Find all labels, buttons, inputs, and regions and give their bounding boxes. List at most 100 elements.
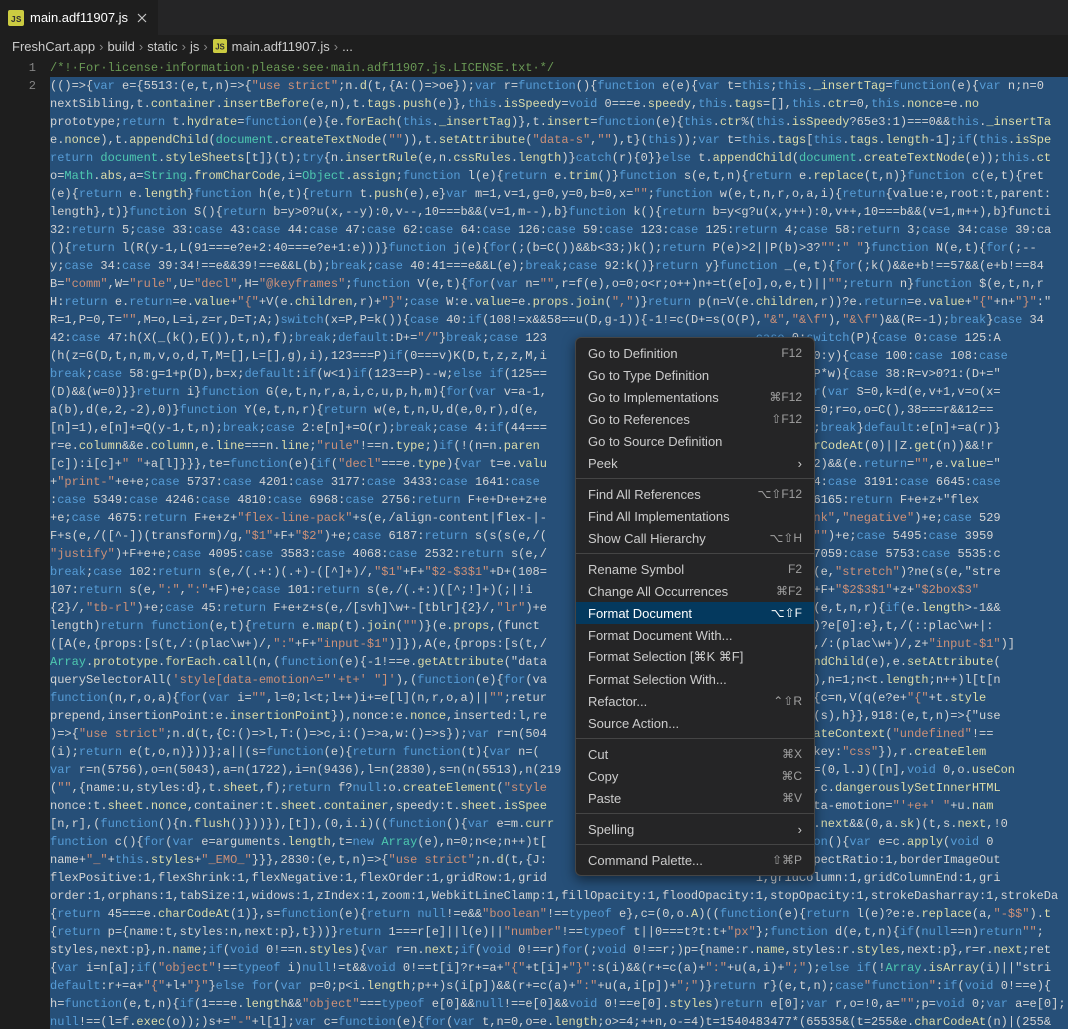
breadcrumb-item[interactable]: FreshCart.app [12,39,95,54]
menu-item[interactable]: Go to Source Definition [576,430,814,452]
line-gutter: 1 2 [0,57,50,1029]
code-line: var r=n(5756),o=n(5043),a=n(1722),i=n(94… [50,761,1068,779]
menu-item-label: Paste [588,791,621,806]
code-line: e.nonce),t.appendChild(document.createTe… [50,131,1068,149]
menu-item[interactable]: Show Call Hierarchy ⌥⇧H [576,527,814,549]
code-line: +"print-"+e+e;case 5737:case 4201:case 3… [50,473,1068,491]
code-line: ([A(e,{props:[s(t,/:(plac\w+)/,":"+F+"in… [50,635,1068,653]
menu-item[interactable]: Cut⌘X [576,743,814,765]
menu-item-label: Go to Source Definition [588,434,722,449]
code-line: r=e.column&&e.column,e.line===n.line;"ru… [50,437,1068,455]
code-line: Array.prototype.forEach.call(n,(function… [50,653,1068,671]
menu-item-label: Go to Implementations [588,390,719,405]
menu-item[interactable]: Go to Implementations ⌘F12 [576,386,814,408]
code-line: o=Math.abs,a=String.fromCharCode,i=Objec… [50,167,1068,185]
menu-item[interactable]: Source Action... [576,712,814,734]
code-line: [n]=1),e[n]+=Q(y-1,t,n);break;case 2:e[n… [50,419,1068,437]
chevron-right-icon: › [798,456,802,471]
code-line: [n,r],(function(){n.flush()}))}),[t]),(0… [50,815,1068,833]
code-line: flexPositive:1,flexShrink:1,flexNegative… [50,869,1068,887]
menu-item-shortcut: F2 [788,562,802,576]
chevron-right-icon: › [203,39,207,54]
menu-item-shortcut: ⇧F12 [771,412,802,426]
menu-item[interactable]: Copy⌘C [576,765,814,787]
code-line: 42:case 47:h(X(_(k(),E()),t,n),f);break;… [50,329,1068,347]
menu-item-label: Show Call Hierarchy [588,531,706,546]
menu-item[interactable]: Paste⌘V [576,787,814,809]
menu-item-label: Format Document [588,606,692,621]
js-file-icon: JS [8,10,24,26]
chevron-right-icon: › [334,39,338,54]
code-line: {return p={name:t,styles:n,next:p},t}))}… [50,923,1068,941]
code-line: function(n,r,o,a){for(var i="",l=0;l<t;l… [50,689,1068,707]
code-line: prepend,insertionPoint:e.insertionPoint}… [50,707,1068,725]
code-line: break;case 102:return s(e,/(.+:)(.+)-([^… [50,563,1068,581]
code-line: h=function(e,t,n){if(1===e.length&&"obje… [50,995,1068,1013]
code-line: ("",{name:u,styles:d},t.sheet,f);return … [50,779,1068,797]
breadcrumb-item[interactable]: ... [342,39,353,54]
code-line: styles,next:p},n.name;if(void 0!==n.styl… [50,941,1068,959]
menu-item-shortcut: ⌥⇧F12 [757,487,802,501]
menu-item-shortcut: ⌥⇧F [771,606,802,620]
breadcrumb-item[interactable]: static [147,39,177,54]
menu-item-label: Go to Definition [588,346,678,361]
context-menu: Go to DefinitionF12Go to Type Definition… [575,337,815,876]
menu-item[interactable]: Go to DefinitionF12 [576,342,814,364]
menu-item[interactable]: Format Document With... [576,624,814,646]
code-line: function c(){for(var e=arguments.length,… [50,833,1068,851]
menu-item[interactable]: Go to References⇧F12 [576,408,814,430]
menu-item[interactable]: Refactor... ⌃⇧R [576,690,814,712]
line-number: 1 [0,59,36,77]
menu-item[interactable]: Spelling› [576,818,814,840]
code-line: "justify")+F+e+e;case 4095:case 3583:cas… [50,545,1068,563]
code-line: 32:return 5;case 33:case 43:case 44:case… [50,221,1068,239]
close-icon[interactable] [134,10,150,26]
breadcrumb-item[interactable]: js [190,39,199,54]
editor-tab[interactable]: JS main.adf11907.js [0,0,159,35]
menu-separator [576,553,814,554]
menu-item[interactable]: Peek› [576,452,814,474]
menu-item-label: Refactor... [588,694,647,709]
menu-item[interactable]: Change All Occurrences⌘F2 [576,580,814,602]
menu-item-shortcut: ⇧⌘P [772,853,802,867]
menu-item[interactable]: Rename Symbol F2 [576,558,814,580]
menu-item-label: Format Document With... [588,628,732,643]
code-line: (){return l(R(y-1,L(91===e?e+2:40===e?e+… [50,239,1068,257]
svg-text:JS: JS [11,15,22,25]
breadcrumb[interactable]: FreshCart.app › build › static › js › JS… [0,35,1068,57]
menu-separator [576,478,814,479]
menu-separator [576,738,814,739]
breadcrumb-item[interactable]: main.adf11907.js [232,39,330,54]
menu-item-label: Rename Symbol [588,562,684,577]
menu-item-label: Cut [588,747,608,762]
menu-item[interactable]: Go to Type Definition [576,364,814,386]
breadcrumb-item[interactable]: build [107,39,134,54]
code-line: R=1,P=0,T="",M=o,L=i,z=r,D=T;A;)switch(x… [50,311,1068,329]
menu-item[interactable]: Format Selection [⌘K ⌘F] [576,646,814,668]
menu-item-label: Copy [588,769,618,784]
code-line: (h(z=G(D,t,n,m,v,o,d,T,M=[],L=[],g),i),1… [50,347,1068,365]
menu-item[interactable]: Format Selection With... [576,668,814,690]
code-line: {return 45===e.charCodeAt(1)},s=function… [50,905,1068,923]
menu-item[interactable]: Command Palette...⇧⌘P [576,849,814,871]
code-line: (()=>{var e={5513:(e,t,n)=>{"use strict"… [50,77,1068,95]
menu-item-shortcut: ⌘F12 [769,390,802,404]
menu-item-shortcut: ⌥⇧H [769,531,802,545]
code-line: a(b),d(e,2,-2),0)}function Y(e,t,n,r){re… [50,401,1068,419]
code-line: (e){return e.length}function h(e,t){retu… [50,185,1068,203]
menu-item-shortcut: ⌃⇧R [773,694,802,708]
code-content[interactable]: /*!·For·license·information·please·see·m… [50,57,1068,1029]
code-line: break;case 58:g=1+p(D),b=x;default:if(w<… [50,365,1068,383]
code-line: name+"_"+this.styles+"_EMO_"}}},2830:(e,… [50,851,1068,869]
code-line: H:return e.return=e.value+"{"+V(e.childr… [50,293,1068,311]
chevron-right-icon: › [99,39,103,54]
menu-item-shortcut: ⌘F2 [776,584,802,598]
js-file-icon: JS [212,38,228,54]
code-line: order:1,orphans:1,tabSize:1,widows:1,zIn… [50,887,1068,905]
editor-area[interactable]: 1 2 /*!·For·license·information·please·s… [0,57,1068,1029]
chevron-right-icon: › [182,39,186,54]
menu-item[interactable]: Format Document ⌥⇧F [576,602,814,624]
menu-item[interactable]: Find All Implementations [576,505,814,527]
tab-bar: JS main.adf11907.js [0,0,1068,35]
menu-item[interactable]: Find All References⌥⇧F12 [576,483,814,505]
